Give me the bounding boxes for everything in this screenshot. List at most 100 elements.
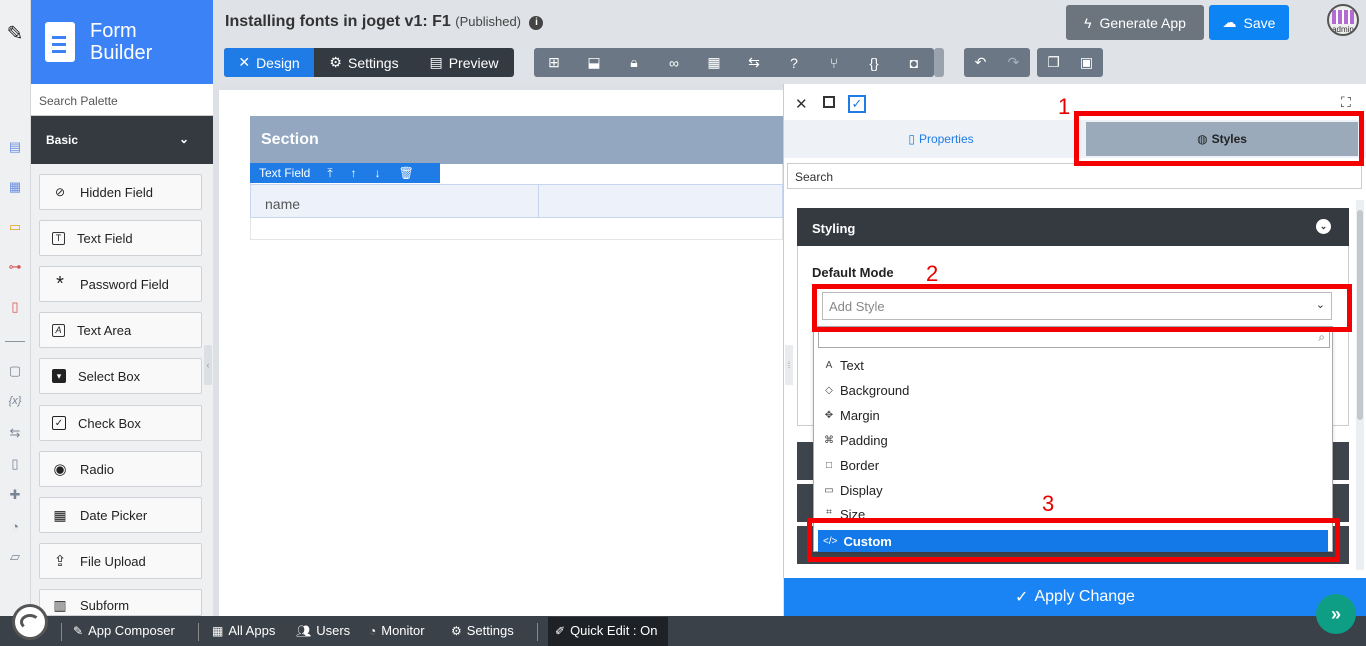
palette-item-date-picker[interactable]: ▦ Date Picker: [39, 497, 202, 533]
generate-app-button[interactable]: ϟ Generate App: [1066, 5, 1204, 40]
expand-fab-button[interactable]: »: [1316, 594, 1356, 634]
style-option-margin[interactable]: ✥ Margin: [823, 404, 1323, 426]
annotation-number-1: 1: [1058, 94, 1071, 119]
export-icon[interactable]: ▱: [6, 548, 24, 566]
style-option-label: Margin: [840, 407, 880, 423]
trash-icon[interactable]: 🗑︎: [399, 166, 414, 180]
palette-item-label: Radio: [80, 461, 114, 477]
subform-icon: ▥: [53, 596, 67, 613]
json-icon[interactable]: {}: [854, 48, 894, 77]
palette-item-label: Check Box: [78, 415, 141, 431]
highlight-box-3: [807, 518, 1340, 562]
style-option-text[interactable]: A Text: [823, 354, 1323, 376]
form-doc-icon: [45, 22, 75, 62]
form-icon[interactable]: ▤: [6, 138, 24, 156]
tab-preview[interactable]: ▤ Preview: [414, 48, 514, 77]
quick-edit-label-group[interactable]: ✐ Quick Edit : On: [555, 623, 657, 638]
apply-change-button[interactable]: ✓ Apply Change: [784, 578, 1366, 616]
palette-item-check-box[interactable]: ✓ Check Box: [39, 405, 202, 441]
properties-search-input[interactable]: Search: [787, 163, 1362, 189]
palette-category-basic[interactable]: Basic ⌄: [31, 116, 213, 164]
radio-icon: ◉: [53, 461, 67, 478]
bottom-settings[interactable]: ⚙ Settings: [451, 623, 514, 638]
move-up-icon[interactable]: ↑: [351, 166, 357, 180]
expand-icon[interactable]: ⛶: [1341, 94, 1351, 111]
datalist-icon[interactable]: ▦: [6, 178, 24, 196]
style-option-display[interactable]: ▭ Display: [823, 479, 1323, 501]
scrollbar-thumb[interactable]: [1357, 210, 1363, 420]
palette-search-input[interactable]: Search Palette: [31, 84, 213, 116]
bottom-users[interactable]: 👥︎ Users: [296, 623, 350, 638]
grid-icon[interactable]: ▦: [694, 48, 734, 77]
palette-item-text-area[interactable]: A Text Area: [39, 312, 202, 348]
square-icon: □: [825, 459, 833, 471]
palette-item-password-field[interactable]: * Password Field: [39, 266, 202, 302]
sql-icon[interactable]: ⬓: [574, 48, 614, 77]
bottom-all-apps[interactable]: ▦ All Apps: [212, 623, 275, 638]
userview-icon[interactable]: ▭: [6, 218, 24, 236]
pdf-icon[interactable]: ▯: [6, 298, 24, 316]
process-icon[interactable]: ⊶: [6, 258, 24, 276]
gauge-icon[interactable]: ◔: [6, 517, 24, 535]
styling-header[interactable]: Styling ⌄: [797, 208, 1349, 246]
translate-icon[interactable]: ⇆: [734, 48, 774, 77]
help-icon[interactable]: ?: [774, 48, 814, 77]
note-icon[interactable]: ▢: [6, 362, 24, 380]
redo-icon[interactable]: ↷: [997, 48, 1030, 77]
file-icon[interactable]: ▯: [6, 455, 24, 473]
plugin-icon[interactable]: ✚: [6, 486, 24, 504]
move-down-icon[interactable]: ↓: [375, 166, 381, 180]
bottom-divider: [61, 623, 62, 641]
branch-icon[interactable]: ⑂: [814, 48, 854, 77]
edit-icon[interactable]: ✎: [6, 23, 24, 45]
close-icon[interactable]: ✕: [795, 95, 808, 113]
check-square-icon[interactable]: ✓: [848, 95, 866, 113]
bottom-item-label: Users: [316, 623, 351, 638]
info-icon[interactable]: i: [529, 16, 544, 30]
variable-icon[interactable]: {x}: [6, 392, 24, 410]
joget-logo[interactable]: [12, 604, 48, 640]
palette-item-radio[interactable]: ◉ Radio: [39, 451, 202, 487]
bottom-monitor[interactable]: ◔ Monitor: [369, 623, 425, 638]
binoculars-icon[interactable]: ∞: [654, 48, 694, 77]
palette-item-text-field[interactable]: T Text Field: [39, 220, 202, 256]
translate-icon[interactable]: ⇆: [6, 424, 24, 442]
bottom-app-composer[interactable]: ✎ App Composer: [73, 623, 175, 638]
avatar[interactable]: admin: [1327, 4, 1359, 36]
style-option-background[interactable]: ◇ Background: [823, 379, 1323, 401]
move-top-icon[interactable]: ⤒: [327, 166, 332, 181]
tab-properties[interactable]: ▯ Properties: [784, 120, 1098, 158]
palette-item-subform[interactable]: ▥ Subform: [39, 589, 202, 616]
avatar-text: admin: [1332, 25, 1354, 34]
style-option-border[interactable]: □ Border: [823, 454, 1323, 476]
compact-view-icon[interactable]: [823, 96, 835, 108]
undo-icon[interactable]: ↶: [964, 48, 997, 77]
text-icon: A: [825, 359, 833, 371]
annotation-number-3: 3: [1042, 491, 1055, 516]
text-field-element[interactable]: name: [250, 184, 783, 218]
palette-item-hidden-field[interactable]: ⊘ Hidden Field: [39, 174, 202, 210]
camera-icon[interactable]: ◘: [894, 48, 934, 77]
panel-scrollbar[interactable]: [1356, 200, 1364, 570]
checkbox-icon: ✓: [52, 416, 66, 430]
chevron-down-icon: ⌄: [178, 132, 189, 146]
paste-icon[interactable]: ▣: [1070, 48, 1103, 77]
upload-icon: ⇪: [53, 553, 67, 570]
style-option-label: Border: [840, 457, 880, 473]
palette-collapse-handle[interactable]: ‹: [204, 345, 212, 385]
lock-icon[interactable]: 🔒︎: [614, 48, 654, 77]
panel-resize-handle[interactable]: ⁞: [785, 345, 793, 385]
tab-settings[interactable]: ⚙ Settings: [314, 48, 414, 77]
tab-design[interactable]: ✕ Design: [224, 48, 314, 77]
toolbar-scroll-right[interactable]: [934, 48, 944, 77]
chevron-down-icon: ⌄: [1316, 219, 1331, 234]
palette-item-file-upload[interactable]: ⇪ File Upload: [39, 543, 202, 579]
palette-item-label: Date Picker: [80, 507, 148, 523]
save-button[interactable]: ☁ Save: [1209, 5, 1289, 40]
palette-item-select-box[interactable]: ▾ Select Box: [39, 358, 202, 394]
copy-icon[interactable]: ❐: [1037, 48, 1070, 77]
tree-icon[interactable]: ⊞: [534, 48, 574, 77]
style-option-padding[interactable]: ⌘ Padding: [823, 429, 1323, 451]
highlight-box-1: [1074, 111, 1364, 166]
section-header[interactable]: Section: [250, 116, 783, 164]
